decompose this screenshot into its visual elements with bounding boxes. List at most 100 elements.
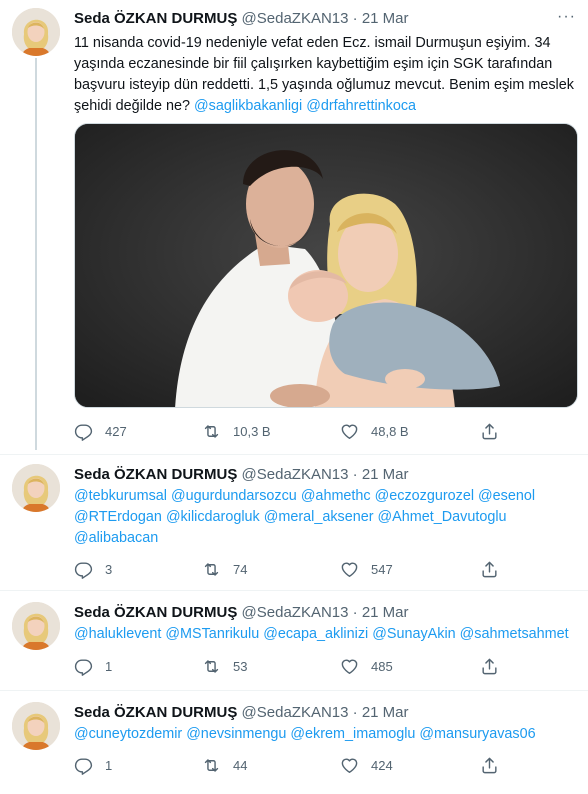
retweet-count: 74 <box>233 562 248 577</box>
tweet-date[interactable]: 21 Mar <box>362 10 409 27</box>
share-icon <box>482 561 497 578</box>
reply-count: 1 <box>105 758 113 773</box>
retweet-count: 44 <box>233 758 248 773</box>
tweet-header: Seda ÖZKAN DURMUŞ @SedaZKAN13 · 21 Mar <box>74 466 409 484</box>
share-button[interactable] <box>480 422 511 441</box>
reply-button[interactable]: 3 <box>74 560 112 579</box>
tweet-date[interactable]: 21 Mar <box>362 466 409 483</box>
tweet-date[interactable]: 21 Mar <box>362 604 409 621</box>
tweet[interactable]: Seda ÖZKAN DURMUŞ @SedaZKAN13 · 21 Mar @… <box>0 456 588 588</box>
like-count: 485 <box>371 659 393 674</box>
reply-button[interactable]: 1 <box>74 657 112 676</box>
separator-dot: · <box>352 10 358 27</box>
tweet-divider <box>0 690 588 691</box>
reply-icon <box>74 424 93 441</box>
mention-link[interactable]: @MSTanrikulu <box>165 626 259 642</box>
mention-link[interactable]: @ecapa_aklinizi <box>263 626 368 642</box>
share-icon <box>482 423 497 440</box>
share-button[interactable] <box>480 560 511 579</box>
reply-button[interactable]: 427 <box>74 422 127 441</box>
mention-link[interactable]: @drfahrettinkoca <box>306 98 416 114</box>
mention-link[interactable]: @haluklevent <box>74 626 161 642</box>
retweet-icon <box>204 425 219 438</box>
retweet-button[interactable]: 44 <box>202 756 247 775</box>
retweet-icon <box>204 563 219 576</box>
mention-link[interactable]: @sahmetsahmet <box>460 626 569 642</box>
heart-icon <box>341 562 358 577</box>
display-name[interactable]: Seda ÖZKAN DURMUŞ <box>74 466 237 483</box>
mention-link[interactable]: @ugurdundarsozcu <box>171 488 297 504</box>
mention-link[interactable]: @cuneytozdemir <box>74 726 182 742</box>
separator-dot: · <box>352 704 358 721</box>
mention-link[interactable]: @nevsinmengu <box>186 726 286 742</box>
tweet-divider <box>0 454 588 455</box>
mention-link[interactable]: @alibabacan <box>74 530 158 546</box>
mention-link[interactable]: @RTErdogan <box>74 509 162 525</box>
tweet-date[interactable]: 21 Mar <box>362 704 409 721</box>
mention-link[interactable]: @Ahmet_Davutoglu <box>378 509 507 525</box>
like-button[interactable]: 48,8 B <box>340 422 409 441</box>
like-count: 424 <box>371 758 393 773</box>
avatar[interactable] <box>12 602 60 650</box>
retweet-count: 53 <box>233 659 248 674</box>
mention-link[interactable]: @kilicdarogluk <box>166 509 260 525</box>
retweet-button[interactable]: 53 <box>202 657 247 676</box>
user-handle[interactable]: @SedaZKAN13 <box>242 466 349 483</box>
user-handle[interactable]: @SedaZKAN13 <box>242 10 349 27</box>
mention-link[interactable]: @ekrem_imamoglu <box>290 726 415 742</box>
like-count: 547 <box>371 562 393 577</box>
tweet-divider <box>0 590 588 591</box>
display-name[interactable]: Seda ÖZKAN DURMUŞ <box>74 604 237 621</box>
display-name[interactable]: Seda ÖZKAN DURMUŞ <box>74 10 237 27</box>
share-button[interactable] <box>480 756 511 775</box>
tweet-photo[interactable] <box>74 123 578 408</box>
tweet-header: Seda ÖZKAN DURMUŞ @SedaZKAN13 · 21 Mar <box>74 604 409 622</box>
like-button[interactable]: 485 <box>340 657 393 676</box>
avatar[interactable] <box>12 702 60 750</box>
reply-icon <box>74 562 93 579</box>
retweet-button[interactable]: 74 <box>202 560 247 579</box>
display-name[interactable]: Seda ÖZKAN DURMUŞ <box>74 704 237 721</box>
tweet-text: 11 nisanda covid-19 nedeniyle vefat eden… <box>74 33 578 117</box>
tweet-actions: 1 44 424 <box>74 756 504 776</box>
tweet-text: @haluklevent @MSTanrikulu @ecapa_akliniz… <box>74 624 578 645</box>
mention-link[interactable]: @saglikbakanligi <box>194 98 302 114</box>
user-handle[interactable]: @SedaZKAN13 <box>242 604 349 621</box>
tweet[interactable]: Seda ÖZKAN DURMUŞ @SedaZKAN13 · 21 Mar @… <box>0 594 588 694</box>
tweet-text: @tebkurumsal @ugurdundarsozcu @ahmethc @… <box>74 486 578 549</box>
heart-icon <box>341 758 358 773</box>
tweet-header: Seda ÖZKAN DURMUŞ @SedaZKAN13 · 21 Mar <box>74 704 409 722</box>
like-count: 48,8 B <box>371 424 409 439</box>
avatar[interactable] <box>12 8 60 56</box>
mention-link[interactable]: @esenol <box>478 488 535 504</box>
like-button[interactable]: 424 <box>340 756 393 775</box>
tweet[interactable]: Seda ÖZKAN DURMUŞ @SedaZKAN13 · 21 Mar ·… <box>0 0 588 462</box>
tweet-header: Seda ÖZKAN DURMUŞ @SedaZKAN13 · 21 Mar <box>74 10 409 28</box>
separator-dot: · <box>352 466 358 483</box>
mention-link[interactable]: @eczozgurozel <box>375 488 474 504</box>
tweet[interactable]: Seda ÖZKAN DURMUŞ @SedaZKAN13 · 21 Mar @… <box>0 694 588 794</box>
mention-link[interactable]: @tebkurumsal <box>74 488 167 504</box>
mention-link[interactable]: @mansuryavas06 <box>419 726 535 742</box>
reply-count: 3 <box>105 562 113 577</box>
heart-icon <box>341 659 358 674</box>
separator-dot: · <box>352 604 358 621</box>
reply-count: 1 <box>105 659 113 674</box>
retweet-icon <box>204 759 219 772</box>
share-icon <box>482 658 497 675</box>
avatar[interactable] <box>12 464 60 512</box>
reply-icon <box>74 758 93 775</box>
reply-icon <box>74 659 93 676</box>
heart-icon <box>341 424 358 439</box>
tweet-text: @cuneytozdemir @nevsinmengu @ekrem_imamo… <box>74 724 578 745</box>
mention-link[interactable]: @ahmethc <box>301 488 371 504</box>
retweet-button[interactable]: 10,3 B <box>202 422 271 441</box>
more-options-icon[interactable]: ··· <box>557 8 576 26</box>
share-button[interactable] <box>480 657 511 676</box>
like-button[interactable]: 547 <box>340 560 393 579</box>
reply-button[interactable]: 1 <box>74 756 112 775</box>
mention-link[interactable]: @SunayAkin <box>372 626 455 642</box>
share-icon <box>482 757 497 774</box>
user-handle[interactable]: @SedaZKAN13 <box>242 704 349 721</box>
mention-link[interactable]: @meral_aksener <box>264 509 374 525</box>
